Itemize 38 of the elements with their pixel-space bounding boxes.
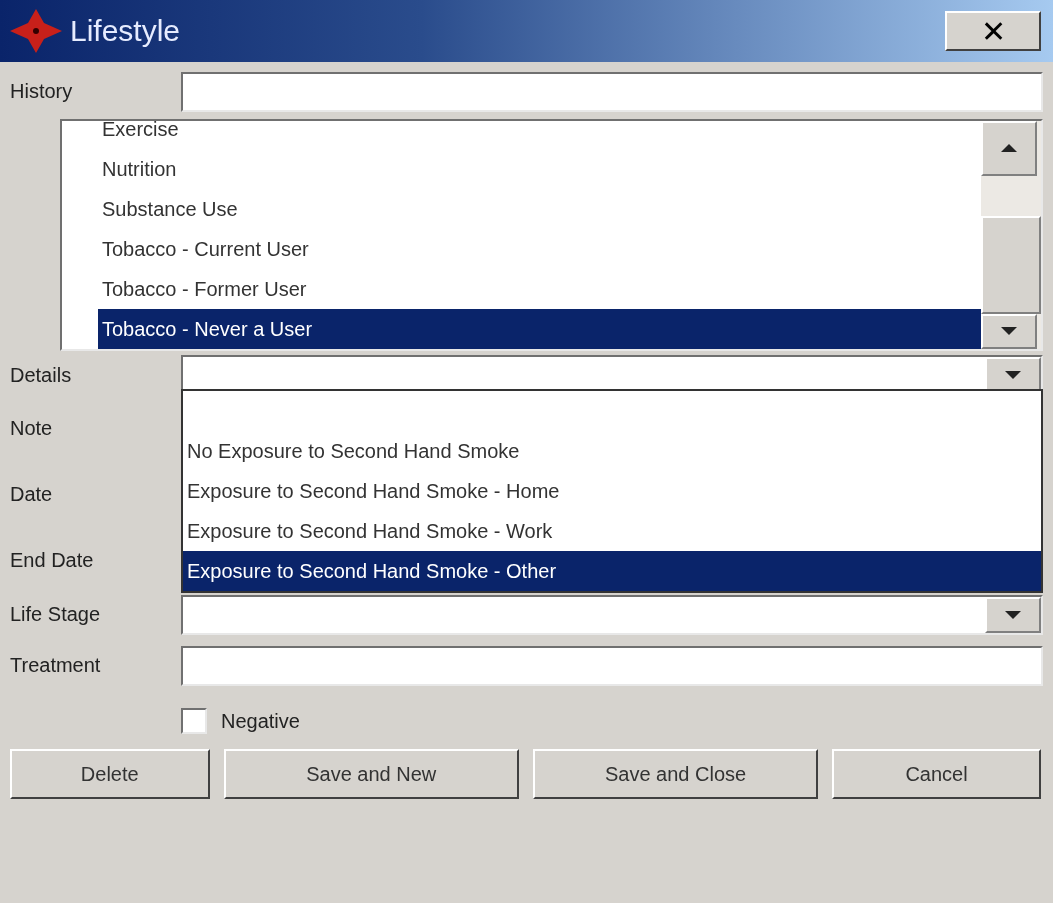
scroll-thumb[interactable]: [981, 215, 1041, 314]
dialog-button[interactable]: Save and New: [223, 749, 519, 799]
list-item[interactable]: Substance Use: [98, 189, 981, 229]
field-label: Note: [10, 416, 53, 440]
history-field[interactable]: [181, 71, 1043, 112]
life-stage-dropdown[interactable]: [181, 594, 1043, 635]
close-button[interactable]: ✕: [945, 11, 1041, 51]
field-label: Treatment: [10, 654, 102, 677]
history-list[interactable]: Exercise Nutrition Substance Use Tobacco - Current User Tobacco - Former User Tobacco - Never a User: [60, 119, 1043, 351]
dropdown-option[interactable]: Exposure to Second Hand Smoke - Work: [183, 511, 1041, 551]
up-arrow-icon: [1001, 144, 1017, 153]
list-item[interactable]: Tobacco - Former User: [98, 269, 981, 309]
list-item[interactable]: Nutrition: [98, 149, 981, 189]
field-label: History: [10, 80, 74, 103]
list-item[interactable]: Tobacco - Never a User: [98, 309, 981, 349]
scroll-up-button[interactable]: [981, 121, 1037, 176]
negative-checkbox[interactable]: [181, 708, 207, 734]
dropdown-button[interactable]: [985, 596, 1041, 633]
diamond-logo-icon: [8, 7, 64, 55]
field-label: Details: [10, 363, 73, 387]
dropdown-option[interactable]: No Exposure to Second Hand Smoke: [183, 431, 1041, 471]
down-arrow-icon: [1001, 327, 1017, 336]
window-title: Lifestyle: [70, 14, 182, 48]
field-label: End Date: [10, 548, 94, 572]
checkbox-label: Negative: [221, 709, 300, 733]
field-label: Date: [10, 482, 53, 506]
dialog-button[interactable]: Delete: [10, 749, 210, 799]
down-arrow-icon: [1005, 610, 1021, 619]
dropdown-option[interactable]: Exposure to Second Hand Smoke - Other: [183, 551, 1041, 591]
treatment-field[interactable]: [181, 645, 1043, 686]
list-item[interactable]: Tobacco - Current User: [98, 229, 981, 269]
field-label: Life Stage: [10, 603, 102, 626]
scroll-down-button[interactable]: [981, 313, 1037, 349]
dropdown-option[interactable]: Exposure to Second Hand Smoke - Home: [183, 471, 1041, 511]
dialog-button[interactable]: Cancel: [832, 749, 1041, 799]
dialog-button[interactable]: Save and Close: [532, 749, 819, 799]
scrollbar[interactable]: [981, 121, 1041, 349]
down-arrow-icon: [1005, 371, 1021, 379]
